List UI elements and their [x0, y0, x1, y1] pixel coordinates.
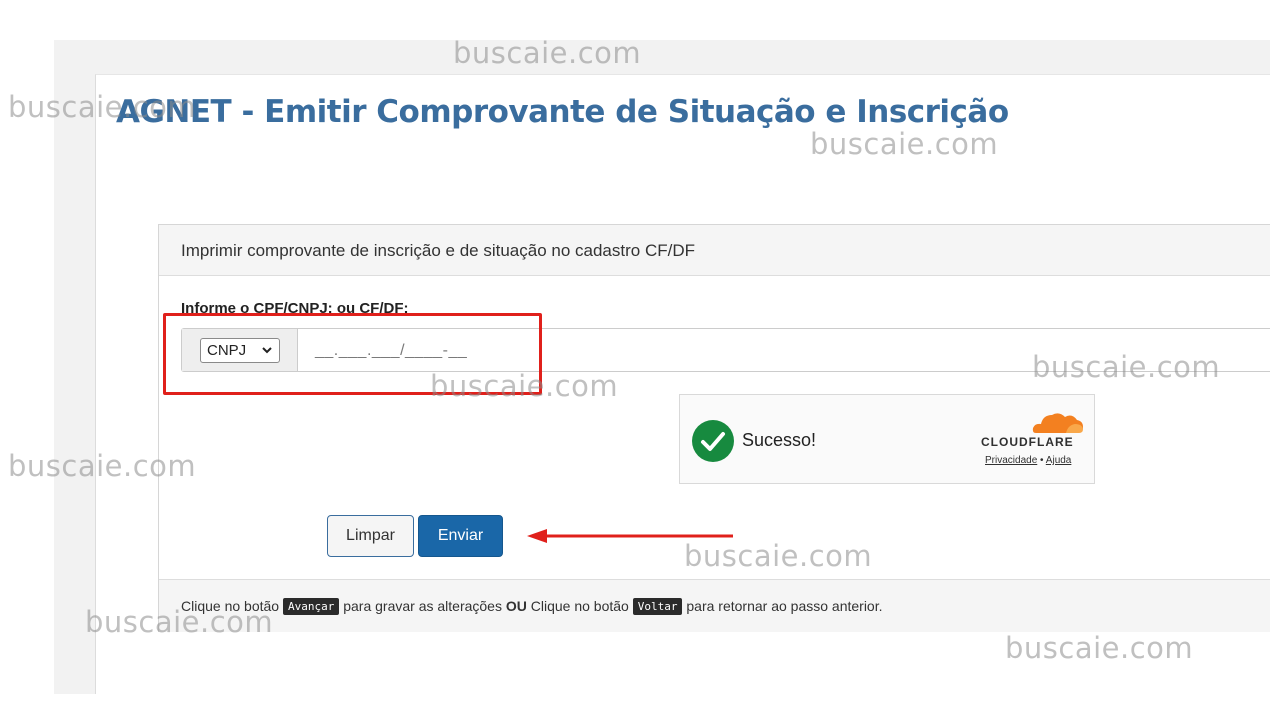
success-check-icon [692, 420, 734, 462]
cloudflare-captcha-widget[interactable]: Sucesso! CLOUDFLARE Privacidade • Ajuda [679, 394, 1095, 484]
panel-header: Imprimir comprovante de inscrição e de s… [159, 225, 1270, 276]
panel-footer: Clique no botão Avançar para gravar as a… [159, 579, 1270, 632]
privacy-link[interactable]: Privacidade [985, 455, 1037, 466]
links-separator: • [1040, 455, 1044, 466]
send-button[interactable]: Enviar [418, 515, 503, 557]
cloudflare-links: Privacidade • Ajuda [985, 455, 1071, 466]
footer-text-4: para retornar ao passo anterior. [686, 598, 883, 614]
advance-key-badge: Avançar [282, 598, 340, 615]
arrow-annotation [527, 527, 735, 550]
footer-text-3: Clique no botão [530, 598, 629, 614]
page-title: AGNET - Emitir Comprovante de Situação e… [116, 94, 1009, 130]
footer-instructions: Clique no botão Avançar para gravar as a… [181, 598, 883, 615]
help-link[interactable]: Ajuda [1046, 455, 1072, 466]
footer-text-1: Clique no botão [181, 598, 280, 614]
back-key-badge: Voltar [632, 598, 683, 615]
captcha-status: Sucesso! [742, 430, 817, 450]
screen: AGNET - Emitir Comprovante de Situação e… [0, 0, 1270, 720]
clear-button[interactable]: Limpar [327, 515, 414, 557]
footer-or: OU [505, 598, 527, 614]
highlight-annotation [163, 313, 542, 395]
cloudflare-brand: CLOUDFLARE [981, 435, 1074, 449]
panel-header-text: Imprimir comprovante de inscrição e de s… [181, 241, 695, 260]
footer-text-2: para gravar as alterações [343, 598, 502, 614]
